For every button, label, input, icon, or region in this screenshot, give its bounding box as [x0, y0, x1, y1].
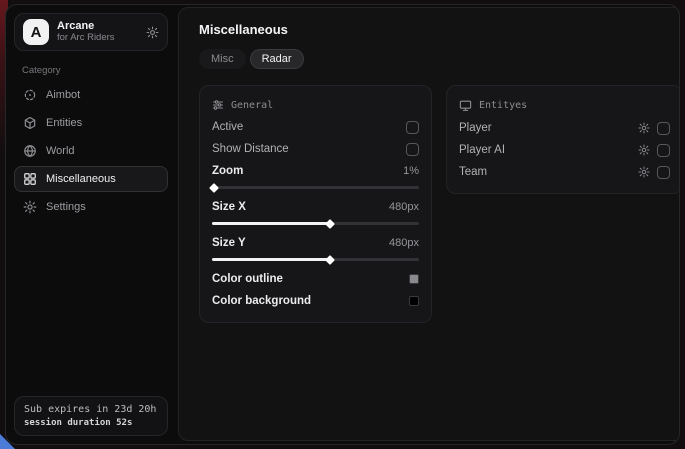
size-x-label: Size X [212, 201, 246, 213]
color-background-swatch[interactable] [409, 296, 419, 306]
general-panel-title: General [231, 100, 273, 111]
sidebar-item-label: Entities [46, 117, 82, 129]
crosshair-icon [23, 88, 37, 102]
sub-expires-text: Sub expires in 23d 20h [24, 404, 158, 415]
sidebar-item-label: Settings [46, 201, 86, 213]
brand-card: A Arcane for Arc Riders [14, 13, 168, 51]
team-label: Team [459, 166, 487, 178]
sidebar-item-label: Miscellaneous [46, 173, 116, 185]
subscription-card: Sub expires in 23d 20h session duration … [14, 396, 168, 436]
player-settings-gear-icon[interactable] [638, 122, 650, 134]
globe-icon [23, 144, 37, 158]
sidebar-item-world[interactable]: World [14, 138, 168, 164]
brand-logo: A [23, 19, 49, 45]
tab-misc[interactable]: Misc [199, 49, 246, 69]
brand-gear-icon[interactable] [146, 26, 159, 39]
player-ai-settings-gear-icon[interactable] [638, 144, 650, 156]
active-label: Active [212, 121, 243, 133]
zoom-row: Zoom 1% [212, 160, 419, 182]
sidebar-item-settings[interactable]: Settings [14, 194, 168, 220]
entities-panel: Entityes Player Player AI [446, 85, 680, 194]
player-label: Player [459, 122, 492, 134]
cube-icon [23, 116, 37, 130]
player-ai-row: Player AI [459, 139, 670, 161]
show-distance-checkbox[interactable] [406, 143, 419, 156]
zoom-slider-thumb[interactable] [209, 183, 219, 193]
player-checkbox[interactable] [657, 122, 670, 135]
size-x-slider-thumb[interactable] [325, 219, 335, 229]
panels-row: General Active Show Distance Zoom 1% [199, 85, 680, 323]
sliders-icon [212, 99, 224, 111]
player-ai-label: Player AI [459, 144, 505, 156]
category-label: Category [22, 65, 168, 76]
session-duration-text: session duration 52s [24, 418, 158, 428]
size-x-slider[interactable] [212, 222, 419, 225]
player-ai-checkbox[interactable] [657, 144, 670, 157]
show-distance-row: Show Distance [212, 138, 419, 160]
size-x-value: 480px [389, 201, 419, 213]
sidebar-item-entities[interactable]: Entities [14, 110, 168, 136]
sidebar-item-aimbot[interactable]: Aimbot [14, 82, 168, 108]
monitor-icon [459, 99, 472, 112]
general-panel: General Active Show Distance Zoom 1% [199, 85, 432, 323]
entities-panel-title: Entityes [479, 100, 527, 111]
general-panel-header: General [212, 99, 419, 111]
zoom-label: Zoom [212, 165, 243, 177]
color-outline-label: Color outline [212, 273, 283, 285]
size-y-row: Size Y 480px [212, 232, 419, 254]
size-y-slider-thumb[interactable] [325, 255, 335, 265]
sidebar-item-label: World [46, 145, 75, 157]
size-y-slider[interactable] [212, 258, 419, 261]
color-outline-row: Color outline [212, 268, 419, 290]
active-checkbox[interactable] [406, 121, 419, 134]
zoom-value: 1% [403, 165, 419, 177]
team-row: Team [459, 161, 670, 183]
sidebar-item-miscellaneous[interactable]: Miscellaneous [14, 166, 168, 192]
grid-icon [23, 172, 37, 186]
size-y-label: Size Y [212, 237, 246, 249]
size-x-slider-fill [212, 222, 330, 225]
tab-radar[interactable]: Radar [250, 49, 304, 69]
size-y-value: 480px [389, 237, 419, 249]
color-background-label: Color background [212, 295, 311, 307]
color-outline-swatch[interactable] [409, 274, 419, 284]
active-row: Active [212, 116, 419, 138]
tab-bar: Misc Radar [199, 49, 680, 69]
brand-name: Arcane [57, 20, 138, 33]
main-panel: Miscellaneous Misc Radar General [178, 7, 680, 441]
sidebar: A Arcane for Arc Riders Category Aimbot [6, 5, 176, 444]
team-checkbox[interactable] [657, 166, 670, 179]
color-background-row: Color background [212, 290, 419, 312]
player-row: Player [459, 117, 670, 139]
page-title: Miscellaneous [199, 22, 680, 37]
app-window: A Arcane for Arc Riders Category Aimbot [5, 4, 680, 445]
size-x-row: Size X 480px [212, 196, 419, 218]
show-distance-label: Show Distance [212, 143, 289, 155]
zoom-slider[interactable] [212, 186, 419, 189]
gear-icon [23, 200, 37, 214]
team-settings-gear-icon[interactable] [638, 166, 650, 178]
entities-panel-header: Entityes [459, 99, 670, 112]
brand-text: Arcane for Arc Riders [57, 20, 138, 44]
sidebar-item-label: Aimbot [46, 89, 80, 101]
brand-subtitle: for Arc Riders [57, 33, 138, 44]
size-y-slider-fill [212, 258, 330, 261]
